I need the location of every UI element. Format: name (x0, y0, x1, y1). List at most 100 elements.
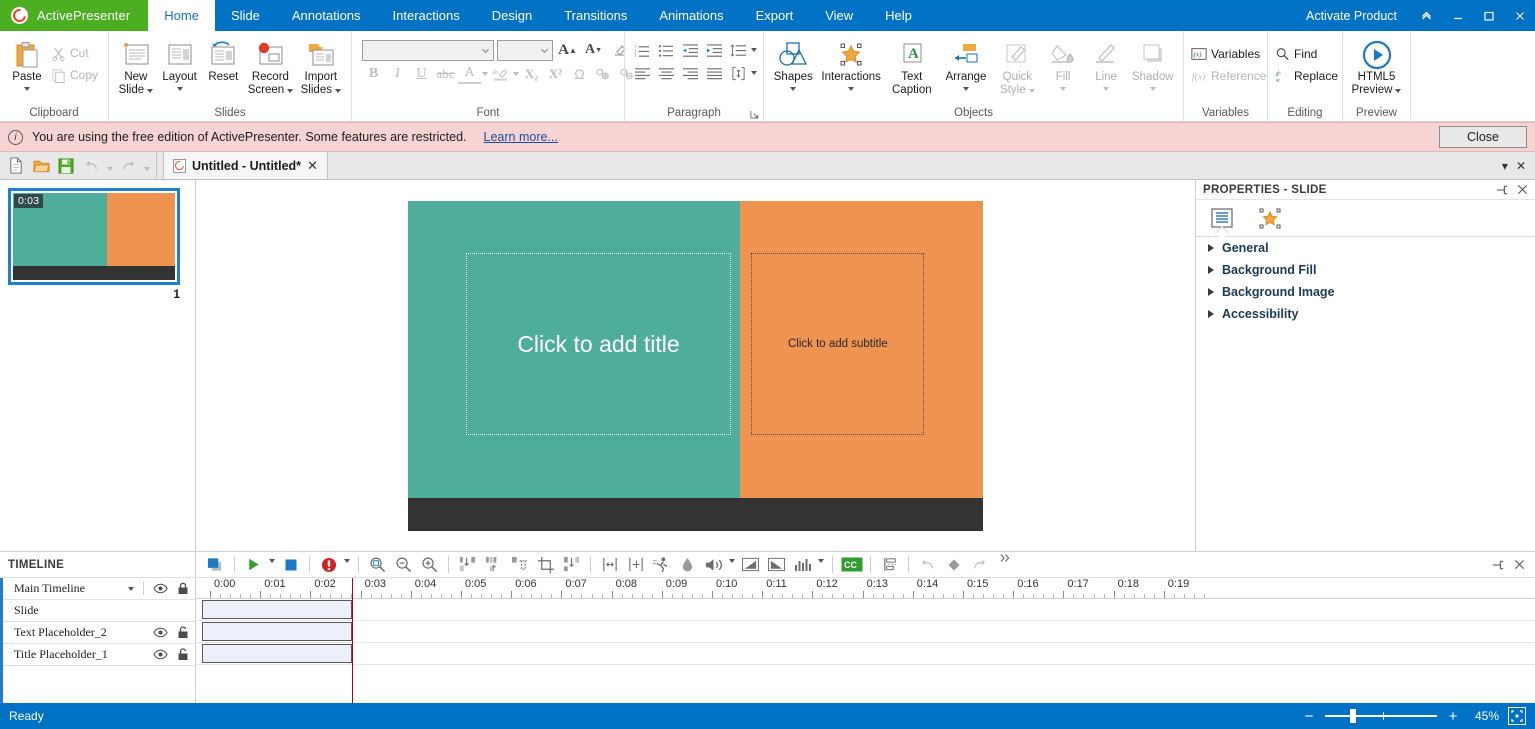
zoom-out-button[interactable]: − (1302, 709, 1316, 724)
zoom-out-icon[interactable] (391, 553, 416, 577)
redo-icon[interactable] (116, 153, 140, 179)
quick-style-button[interactable]: Quick Style (993, 36, 1042, 97)
timeline-bar-text-placeholder-2[interactable] (202, 622, 352, 641)
tab-view[interactable]: View (809, 0, 869, 31)
delete-time-icon[interactable] (481, 553, 506, 577)
cut-button[interactable]: Cut (49, 42, 103, 64)
html5-preview-dropdown-caret-icon[interactable] (1395, 89, 1401, 93)
copy-button[interactable]: Copy (49, 64, 103, 86)
audio-bars-icon[interactable] (790, 553, 815, 577)
speed-runner-icon[interactable] (649, 553, 674, 577)
new-slide-button[interactable]: New Slide (114, 36, 158, 97)
underline-button[interactable]: U (410, 63, 433, 85)
undo-icon[interactable] (79, 153, 103, 179)
main-timeline-caret-icon[interactable] (128, 587, 134, 591)
zoom-fit-icon[interactable] (365, 553, 390, 577)
activate-product-link[interactable]: Activate Product (1292, 9, 1411, 23)
timeline-track-text-placeholder-2[interactable]: Text Placeholder_2 (0, 622, 195, 644)
replace-button[interactable]: abac Replace (1273, 65, 1343, 87)
stop-blue-icon[interactable] (278, 553, 303, 577)
highlight-color-caret-icon[interactable] (513, 72, 519, 76)
fade-in-icon[interactable] (738, 553, 763, 577)
new-slide-dropdown-caret-icon[interactable] (147, 89, 153, 93)
align-left-button[interactable] (631, 62, 654, 84)
properties-section-general[interactable]: General (1196, 237, 1535, 259)
undo-dropdown-caret-icon[interactable] (104, 153, 115, 179)
vertical-align-caret-icon[interactable] (751, 71, 757, 75)
timeline-bar-slide[interactable] (202, 600, 352, 619)
timeline-row-text-placeholder-2[interactable] (196, 621, 1535, 643)
align-right-button[interactable] (679, 62, 702, 84)
record-screen-dropdown-caret-icon[interactable] (287, 89, 293, 93)
timeline-close-icon[interactable] (1514, 559, 1525, 570)
import-slides-button[interactable]: Import Slides (296, 36, 346, 97)
notice-close-button[interactable]: Close (1439, 126, 1527, 148)
timeline-ruler[interactable]: 0:000:010:020:030:040:050:060:070:080:09… (196, 578, 1535, 599)
reset-button[interactable]: Reset (201, 36, 245, 84)
keyframe-diamond-icon[interactable] (941, 553, 966, 577)
audio-bars-dropdown-caret-icon[interactable] (816, 553, 826, 577)
align-center-button[interactable] (655, 62, 678, 84)
slide-canvas[interactable]: Click to add title Click to add subtitle (408, 201, 983, 531)
open-folder-icon[interactable] (29, 153, 53, 179)
font-name-caret-icon[interactable] (477, 41, 493, 60)
strikethrough-button[interactable]: abc (434, 63, 457, 85)
slide-canvas-pane[interactable]: Click to add title Click to add subtitle (196, 180, 1195, 551)
fill-button[interactable]: Fill (1042, 36, 1085, 91)
volume-dropdown-caret-icon[interactable] (727, 553, 737, 577)
paste-dropdown-caret-icon[interactable] (24, 87, 30, 91)
lock-icon[interactable] (177, 582, 189, 595)
variables-button[interactable]: (x) Variables (1189, 43, 1265, 65)
chevron-double-right-icon[interactable] (993, 553, 1018, 577)
timeline-row-empty[interactable] (196, 665, 1535, 687)
save-disk-icon[interactable] (54, 153, 78, 179)
slide-properties-tab[interactable] (1208, 205, 1236, 231)
timeline-playhead[interactable] (352, 578, 353, 703)
panel-menu-icon[interactable]: ▾ (1502, 159, 1508, 173)
subtitle-placeholder[interactable]: Click to add subtitle (751, 253, 924, 435)
text-caption-button[interactable]: A Text Caption (885, 36, 939, 97)
tab-design[interactable]: Design (476, 0, 548, 31)
redo-timeline-icon[interactable] (967, 553, 992, 577)
learn-more-link[interactable]: Learn more... (484, 130, 558, 144)
zoom-in-button[interactable]: + (1446, 709, 1460, 724)
layout-button[interactable]: Layout (158, 36, 202, 91)
pin-icon[interactable] (1496, 184, 1509, 196)
zoom-slider-handle[interactable] (1350, 709, 1356, 723)
tab-interactions[interactable]: Interactions (377, 0, 476, 31)
fit-to-window-icon[interactable] (1508, 707, 1526, 725)
shapes-dropdown-caret-icon[interactable] (790, 87, 796, 91)
align-timing-icon[interactable] (877, 553, 902, 577)
timeline-track-slide[interactable]: Slide (0, 600, 195, 622)
layout-dropdown-caret-icon[interactable] (177, 87, 183, 91)
minimize-icon[interactable] (1442, 0, 1473, 31)
expand-time-icon[interactable] (597, 553, 622, 577)
new-document-icon[interactable] (4, 153, 28, 179)
tab-transitions[interactable]: Transitions (548, 0, 643, 31)
record-red-icon[interactable] (316, 553, 341, 577)
quick-style-dropdown-caret-icon[interactable] (1029, 89, 1035, 93)
paste-button[interactable]: Paste (5, 36, 49, 91)
slide-thumbnail-item[interactable]: 0:03 1 (8, 188, 180, 301)
interactions-dropdown-caret-icon[interactable] (848, 87, 854, 91)
eye-icon[interactable] (153, 627, 168, 638)
tab-animations[interactable]: Animations (643, 0, 739, 31)
shrink-font-button[interactable]: A▼ (582, 39, 605, 61)
reference-button[interactable]: f(x) Reference (1189, 65, 1271, 87)
highlight-color-button[interactable]: ab (489, 63, 512, 85)
font-size-caret-icon[interactable] (536, 41, 552, 60)
paragraph-dialog-launcher[interactable] (750, 110, 759, 119)
tab-annotations[interactable]: Annotations (276, 0, 377, 31)
blur-drop-icon[interactable] (675, 553, 700, 577)
line-button[interactable]: Line (1085, 36, 1128, 91)
arrange-dropdown-caret-icon[interactable] (963, 87, 969, 91)
properties-section-accessibility[interactable]: Accessibility (1196, 303, 1535, 325)
increase-indent-button[interactable] (703, 39, 726, 61)
properties-section-background-image[interactable]: Background Image (1196, 281, 1535, 303)
tab-slide[interactable]: Slide (215, 0, 276, 31)
subscript-button[interactable]: X₂ (520, 63, 543, 85)
slide-interactivity-tab[interactable] (1256, 205, 1284, 231)
play-dropdown-caret-icon[interactable] (267, 553, 277, 577)
font-color-button[interactable]: A (458, 65, 481, 84)
numbered-list-button[interactable]: 123 (631, 39, 654, 61)
